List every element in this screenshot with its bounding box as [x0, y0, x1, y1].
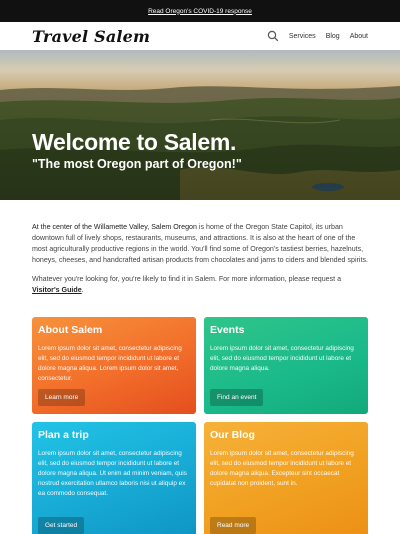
- hero-banner: Welcome to Salem. "The most Oregon part …: [0, 50, 400, 200]
- guide-text: Whatever you're looking for, you're like…: [32, 275, 342, 283]
- intro-lead: At the center of the Willamette Valley, …: [32, 223, 197, 231]
- card-plan-trip: Plan a trip Lorem ipsum dolor sit amet, …: [32, 422, 196, 534]
- card-title: Our Blog: [210, 429, 255, 441]
- card-about-salem: About Salem Lorem ipsum dolor sit amet, …: [32, 317, 196, 414]
- intro-paragraph: At the center of the Willamette Valley, …: [32, 222, 368, 266]
- learn-more-button[interactable]: Learn more: [38, 389, 86, 406]
- visitors-guide-link[interactable]: Visitor's Guide: [32, 286, 82, 294]
- announcement-bar: Read Oregon's COVID-19 response: [0, 0, 400, 22]
- covid-response-link[interactable]: Read Oregon's COVID-19 response: [148, 8, 252, 15]
- search-icon[interactable]: [267, 30, 279, 42]
- feature-cards: About Salem Lorem ipsum dolor sit amet, …: [32, 317, 368, 534]
- guide-period: .: [81, 286, 84, 294]
- find-event-button[interactable]: Find an event: [210, 389, 264, 406]
- card-title: Plan a trip: [38, 429, 89, 441]
- card-events: Events Lorem ipsum dolor sit amet, conse…: [204, 317, 368, 414]
- nav-item-services[interactable]: Services: [289, 33, 316, 40]
- guide-paragraph: Whatever you're looking for, you're like…: [32, 274, 368, 296]
- nav-menu: Services Blog About: [267, 30, 368, 42]
- card-body: Lorem ipsum dolor sit amet, consectetur …: [210, 345, 354, 372]
- nav-item-blog[interactable]: Blog: [326, 33, 340, 40]
- hero-overlay: [0, 50, 400, 200]
- navbar: Travel Salem Services Blog About: [0, 22, 400, 50]
- card-body: Lorem ipsum dolor sit amet, consectetur …: [210, 450, 354, 487]
- card-our-blog: Our Blog Lorem ipsum dolor sit amet, con…: [204, 422, 368, 534]
- card-body: Lorem ipsum dolor sit amet, consectetur …: [38, 450, 187, 497]
- card-title: Events: [210, 324, 245, 336]
- intro-section: At the center of the Willamette Valley, …: [0, 200, 400, 296]
- card-title: About Salem: [38, 324, 103, 336]
- hero-title: Welcome to Salem.: [32, 129, 237, 155]
- read-more-button[interactable]: Read more: [210, 517, 257, 534]
- get-started-button[interactable]: Get started: [38, 517, 85, 534]
- hero-subtitle: "The most Oregon part of Oregon!": [32, 157, 242, 171]
- nav-item-about[interactable]: About: [350, 33, 368, 40]
- site-logo[interactable]: Travel Salem: [32, 27, 150, 46]
- card-body: Lorem ipsum dolor sit amet, consectetur …: [38, 345, 182, 382]
